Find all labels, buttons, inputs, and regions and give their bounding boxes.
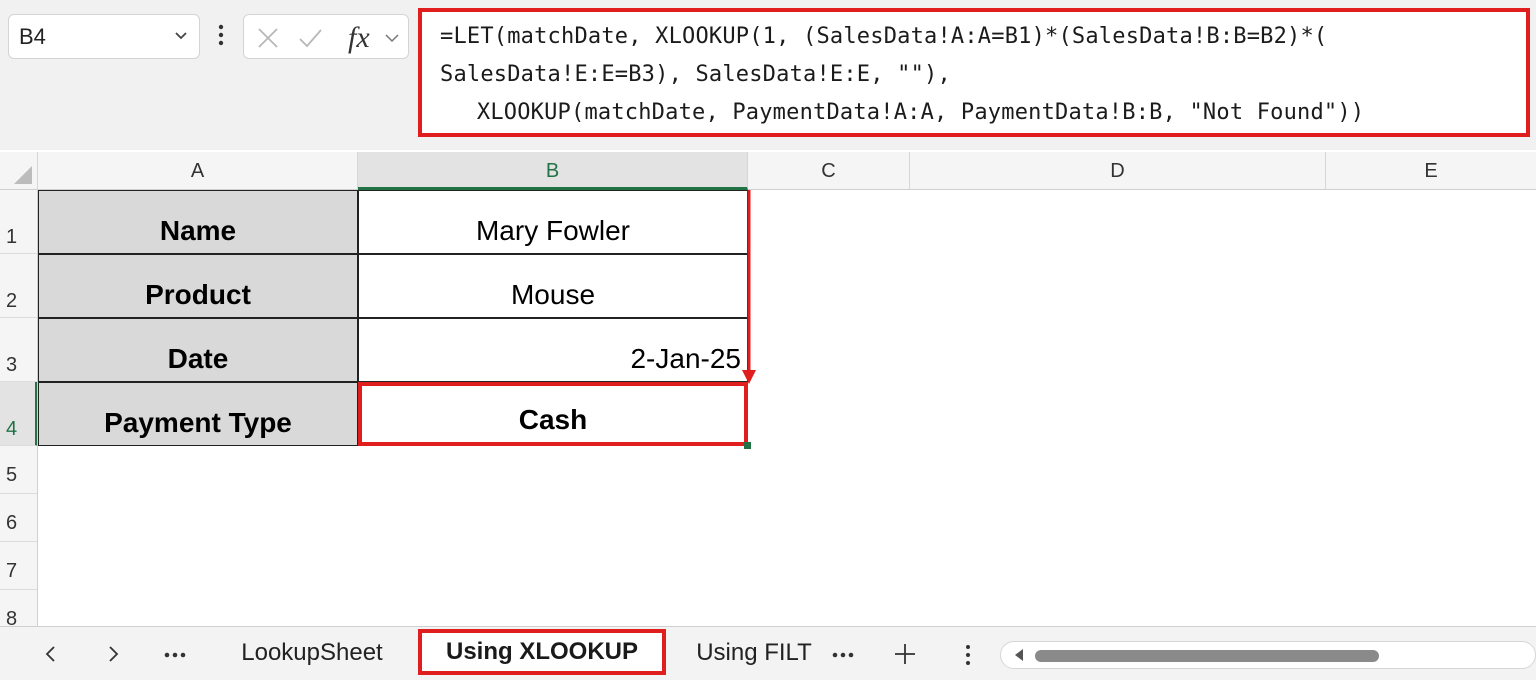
scrollbar-thumb[interactable] [1035,650,1379,662]
row-header[interactable]: 6 [0,494,37,542]
formula-line: XLOOKUP(matchDate, PaymentData!A:A, Paym… [450,100,1365,125]
formula-bar-area: B4 fx =LET(matchDate, XLOOKUP(1, (SalesD… [0,0,1536,150]
column-header-b[interactable]: B [358,152,748,190]
column-headers: A B C D E [0,152,1536,190]
formula-controls: fx [243,14,409,59]
cell-a4[interactable]: Payment Type [38,382,358,446]
scroll-left-icon[interactable] [1013,648,1025,662]
sheet-tab-using-xlookup[interactable]: Using XLOOKUP [418,629,666,675]
cell-b4-active[interactable]: Cash [358,382,748,446]
chevron-down-icon[interactable] [382,24,402,52]
sheet-tab-lookupsheet[interactable]: LookupSheet [220,631,404,675]
chevron-right-icon[interactable] [100,637,126,671]
check-icon[interactable] [296,24,324,52]
row-header[interactable]: 5 [0,446,37,494]
column-header-d[interactable]: D [910,152,1326,190]
cell-b3[interactable]: 2-Jan-25 [358,318,748,382]
cell-a3[interactable]: Date [38,318,358,382]
cell-b2[interactable]: Mouse [358,254,748,318]
chevron-left-icon[interactable] [38,637,64,671]
column-header-a[interactable]: A [38,152,358,190]
column-header-e[interactable]: E [1326,152,1536,190]
formula-input[interactable]: =LET(matchDate, XLOOKUP(1, (SalesData!A:… [418,8,1530,137]
formula-line: =LET(matchDate, XLOOKUP(1, (SalesData!A:… [440,24,1328,49]
cell-b1[interactable]: Mary Fowler [358,190,748,254]
row-header[interactable]: 2 [0,254,37,318]
plus-icon[interactable] [890,637,920,671]
worksheet-grid[interactable]: Name Mary Fowler Product Mouse Date 2-Ja… [38,190,1536,626]
row-header[interactable]: 7 [0,542,37,590]
row-header[interactable]: 8 [0,590,37,626]
cancel-icon[interactable] [254,24,282,52]
column-header-c[interactable]: C [748,152,910,190]
sheet-tab-using-filt[interactable]: Using FILT [684,631,824,675]
chevron-down-icon[interactable] [173,27,189,43]
insert-function-button[interactable]: fx [348,21,370,55]
ellipsis-icon[interactable] [828,637,858,671]
row-headers: 1 2 3 4 5 6 7 8 [0,190,38,626]
fill-handle[interactable] [744,442,751,449]
name-box[interactable]: B4 [8,14,200,59]
vertical-dots-icon[interactable] [214,20,228,50]
name-box-value: B4 [19,24,46,49]
row-header-active[interactable]: 4 [0,382,37,446]
ellipsis-icon[interactable] [160,637,190,671]
sheet-tab-bar: LookupSheet Using XLOOKUP Using FILT [0,626,1536,680]
connector-arrow [742,190,756,384]
row-header[interactable]: 1 [0,190,37,254]
cell-a1[interactable]: Name [38,190,358,254]
formula-line: SalesData!E:E=B3), SalesData!E:E, ""), [440,62,951,87]
horizontal-scrollbar[interactable] [1000,641,1536,669]
vertical-dots-icon[interactable] [958,637,978,671]
select-all-button[interactable] [0,152,38,190]
corner-triangle-icon [14,166,32,184]
cell-a2[interactable]: Product [38,254,358,318]
row-header[interactable]: 3 [0,318,37,382]
